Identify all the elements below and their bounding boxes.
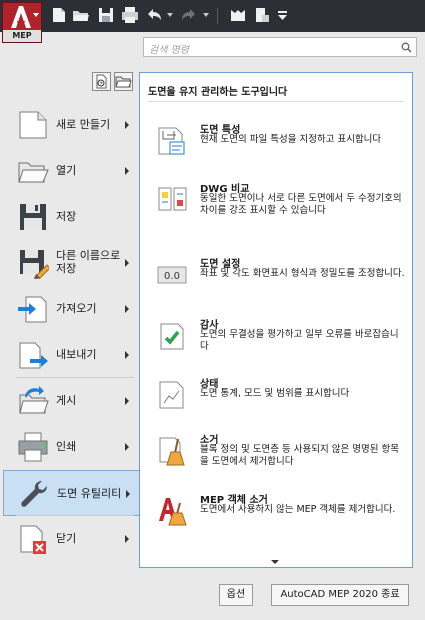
purge-icon — [159, 437, 185, 466]
units-icon: 0.0 — [157, 266, 187, 284]
menu-item-7[interactable]: 인쇄 — [3, 424, 140, 470]
menu-item-4[interactable]: 가져오기 — [3, 286, 140, 332]
import-icon — [18, 296, 47, 323]
printer-icon — [18, 432, 48, 462]
menu-item-1[interactable]: 열기 — [3, 148, 140, 194]
utility-item-5[interactable]: 소거 블록 정의 및 도면층 등 사용되지 않은 명명된 항목을 도면에서 제거합… — [140, 431, 412, 489]
menu-item-label: 다른 이름으로 저장 — [56, 249, 121, 275]
utility-item-description: 도면에서 사용하지 않는 MEP 객체를 제거합니다. — [200, 504, 396, 515]
dwg-compare-icon — [158, 187, 187, 211]
redo-icon[interactable] — [180, 6, 198, 24]
floppy-icon — [20, 204, 46, 230]
search-icon[interactable] — [401, 42, 412, 53]
menu-item-3[interactable]: 다른 이름으로 저장 — [3, 240, 140, 286]
utility-item-3[interactable]: 감사 도면의 무결성을 평가하고 일부 오류를 바로잡습니다 — [140, 316, 412, 374]
workspace-icon[interactable] — [229, 6, 247, 24]
export-icon — [19, 342, 48, 369]
svg-text:0.0: 0.0 — [164, 271, 180, 282]
app-menu-arrow-icon — [33, 13, 39, 17]
quick-access-toolbar: MEP — [0, 0, 425, 43]
submenu-title: 도면을 유지 관리하는 도구입니다 — [148, 87, 288, 98]
utility-item-6[interactable]: MEP 객체 소거 도면에서 사용하지 않는 MEP 객체를 제거합니다. — [140, 491, 412, 549]
exit-autocad-button[interactable]: AutoCAD MEP 2020 종료 — [271, 584, 409, 606]
new-file-icon — [19, 111, 47, 139]
open-documents-button[interactable] — [114, 72, 133, 91]
submenu-arrow-icon — [125, 443, 129, 451]
menu-item-label: 내보내기 — [56, 347, 97, 361]
submenu-arrow-icon — [125, 351, 129, 359]
audit-icon — [160, 323, 184, 350]
open-documents-icon — [115, 76, 132, 88]
utility-item-4[interactable]: 상태 도면 통계, 모드 및 범위를 표시합니다 — [140, 375, 412, 433]
submenu-arrow-icon — [125, 535, 129, 543]
save-as-icon — [20, 250, 49, 279]
utility-item-1[interactable]: DWG 비교 동일한 도면이나 서로 다른 도면에서 두 수정기호의 차이를 강조… — [140, 180, 412, 238]
utility-item-description: 동일한 도면이나 서로 다른 도면에서 두 수정기호의 차이를 강조 표시할 수… — [200, 193, 402, 216]
mep-purge-icon — [159, 498, 187, 526]
open-icon[interactable] — [72, 6, 90, 24]
menu-item-0[interactable]: 새로 만들기 — [3, 102, 140, 148]
scroll-down-icon[interactable] — [271, 560, 279, 564]
menu-item-label: 도면 유틸리티 — [57, 486, 122, 500]
wrench-icon — [21, 481, 47, 507]
menu-item-label: 열기 — [56, 163, 77, 177]
menu-item-label: 저장 — [56, 209, 77, 223]
utility-item-0[interactable]: 도면 특성 현재 도면의 파일 특성을 지정하고 표시합니다 — [140, 121, 412, 179]
utility-item-2[interactable]: 0.0 도면 설정 좌표 및 각도 화면표시 형식과 정밀도를 조정합니다. — [140, 255, 412, 313]
redo-dropdown-icon[interactable] — [203, 13, 209, 17]
search-box[interactable]: 검색 명령 — [143, 37, 417, 57]
customize-dropdown-icon[interactable] — [275, 6, 293, 24]
undo-dropdown-icon[interactable] — [167, 13, 173, 17]
autocad-logo-icon — [11, 6, 31, 28]
app-badge: MEP — [3, 30, 41, 42]
properties-icon[interactable] — [253, 6, 271, 24]
menu-item-9[interactable]: 닫기 — [3, 516, 140, 562]
application-menu-button[interactable]: MEP — [2, 2, 42, 43]
submenu-arrow-icon — [125, 305, 129, 313]
search-input[interactable]: 검색 명령 — [149, 41, 189, 56]
application-menu: 검색 명령 새로 만들기 열기 저장 다른 이름으로 저장 가져오기 내보내기 게시 인쇄 도면… — [0, 32, 425, 620]
publish-icon — [19, 386, 49, 414]
menu-item-5[interactable]: 내보내기 — [3, 332, 140, 378]
menu-item-6[interactable]: 게시 — [3, 378, 140, 424]
utility-item-description: 블록 정의 및 도면층 등 사용되지 않은 명명된 항목을 도면에서 제거합니다 — [200, 444, 399, 467]
recent-documents-icon — [96, 74, 107, 89]
close-file-icon — [20, 525, 46, 554]
utility-item-description: 좌표 및 각도 화면표시 형식과 정밀도를 조정합니다. — [200, 268, 405, 279]
submenu-arrow-icon — [125, 167, 129, 175]
submenu-arrow-icon — [125, 397, 129, 405]
utility-item-description: 도면의 무결성을 평가하고 일부 오류를 바로잡습니다 — [200, 329, 399, 352]
menu-item-label: 닫기 — [56, 531, 77, 545]
print-icon[interactable] — [121, 6, 139, 24]
menu-item-label: 게시 — [56, 393, 77, 407]
utility-item-description: 도면 통계, 모드 및 범위를 표시합니다 — [200, 388, 350, 399]
submenu-arrow-icon — [126, 490, 130, 498]
submenu-arrow-icon — [125, 121, 129, 129]
options-button[interactable]: 옵션 — [219, 584, 253, 606]
new-icon[interactable] — [50, 6, 68, 24]
toolbar-divider — [217, 8, 218, 24]
menu-item-label: 인쇄 — [56, 439, 77, 453]
drawing-properties-icon — [158, 127, 185, 155]
undo-icon[interactable] — [145, 6, 163, 24]
menu-item-label: 새로 만들기 — [56, 117, 111, 131]
save-icon[interactable] — [97, 6, 115, 24]
folder-open-icon — [18, 162, 49, 183]
menu-item-8[interactable]: 도면 유틸리티 — [3, 470, 140, 516]
recent-documents-button[interactable] — [92, 72, 111, 91]
submenu-divider — [148, 101, 404, 102]
status-icon — [159, 381, 184, 409]
menu-item-2[interactable]: 저장 — [3, 194, 140, 240]
drawing-utilities-submenu: 도면을 유지 관리하는 도구입니다 도면 특성 현재 도면의 파일 특성을 지정하… — [139, 72, 413, 568]
menu-item-label: 가져오기 — [56, 301, 97, 315]
utility-item-description: 현재 도면의 파일 특성을 지정하고 표시합니다 — [200, 134, 382, 145]
submenu-arrow-icon — [125, 259, 129, 267]
